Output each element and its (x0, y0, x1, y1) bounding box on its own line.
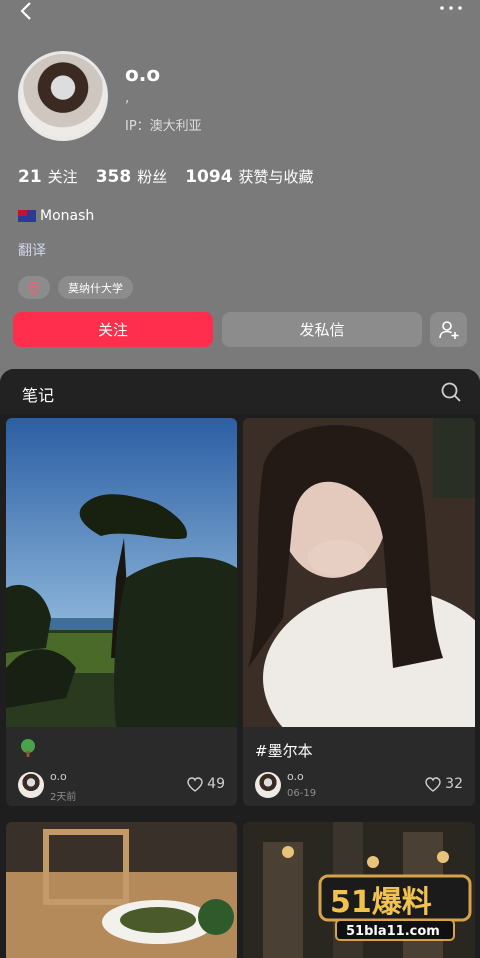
stat-label: 获赞与收藏 (238, 168, 314, 186)
note-cover-image (6, 822, 237, 958)
notes-header: 笔记 (0, 369, 480, 414)
stat-following[interactable]: 21 关注 (18, 166, 78, 187)
author-avatar (18, 772, 44, 798)
like-number: 49 (207, 776, 225, 792)
top-nav-bar (0, 0, 480, 28)
author-avatar (255, 772, 281, 798)
note-cover-image (243, 418, 475, 727)
tree-emoji-icon (21, 739, 35, 757)
message-button[interactable]: 发私信 (222, 312, 422, 347)
note-card[interactable]: #墨尔本 o.o 06-19 32 (243, 418, 475, 806)
avatar[interactable] (18, 51, 108, 141)
like-count[interactable]: 49 (187, 776, 225, 792)
ip-location: IP：澳大利亚 (125, 119, 202, 134)
stat-label: 粉丝 (137, 168, 168, 186)
add-user-icon (438, 320, 458, 339)
location-tag[interactable] (18, 276, 50, 299)
stat-number: 21 (18, 167, 42, 187)
stat-number: 1094 (185, 167, 233, 187)
profile-username: o.o (125, 62, 161, 86)
translate-link[interactable]: 翻译 (18, 240, 46, 260)
profile-tags: 莫纳什大学 (18, 276, 133, 299)
watermark-url: 51bla11.com (346, 924, 440, 939)
note-card[interactable]: o.o 2天前 49 (6, 418, 237, 806)
school-tag[interactable]: 莫纳什大学 (58, 276, 133, 299)
author-name: o.o (50, 770, 67, 783)
heart-icon (187, 776, 203, 792)
watermark-logo: 51爆料 51bla11.com (316, 870, 476, 944)
location-pin-icon (28, 280, 40, 295)
stat-followers[interactable]: 358 粉丝 (96, 166, 168, 187)
like-number: 32 (445, 776, 463, 792)
add-friend-button[interactable] (430, 312, 467, 347)
author-name: o.o (287, 770, 304, 783)
profile-stats: 21 关注 358 粉丝 1094 获赞与收藏 (18, 166, 314, 190)
stat-label: 关注 (47, 168, 78, 186)
bio-text: Monash (40, 208, 95, 224)
profile-bio: Monash (18, 208, 94, 224)
note-date: 2天前 (50, 792, 77, 803)
stat-number: 358 (95, 167, 132, 187)
chevron-left-icon[interactable] (14, 0, 38, 24)
like-count[interactable]: 32 (425, 776, 463, 792)
note-card[interactable] (6, 822, 237, 958)
search-icon[interactable] (440, 381, 462, 403)
notes-tab-title[interactable]: 笔记 (22, 382, 54, 406)
follow-button[interactable]: 关注 (13, 312, 213, 347)
note-title: #墨尔本 (255, 742, 313, 760)
stat-likes[interactable]: 1094 获赞与收藏 (185, 166, 313, 187)
profile-bio-line: , (125, 90, 130, 106)
australia-flag-icon (18, 210, 36, 222)
watermark-badge: 51爆料 51bla11.com (318, 874, 472, 941)
note-date: 06-19 (287, 788, 317, 799)
heart-icon (425, 776, 441, 792)
more-dots-icon[interactable] (436, 0, 466, 20)
note-cover-image (6, 418, 237, 727)
watermark-brand: 51爆料 (330, 885, 432, 920)
